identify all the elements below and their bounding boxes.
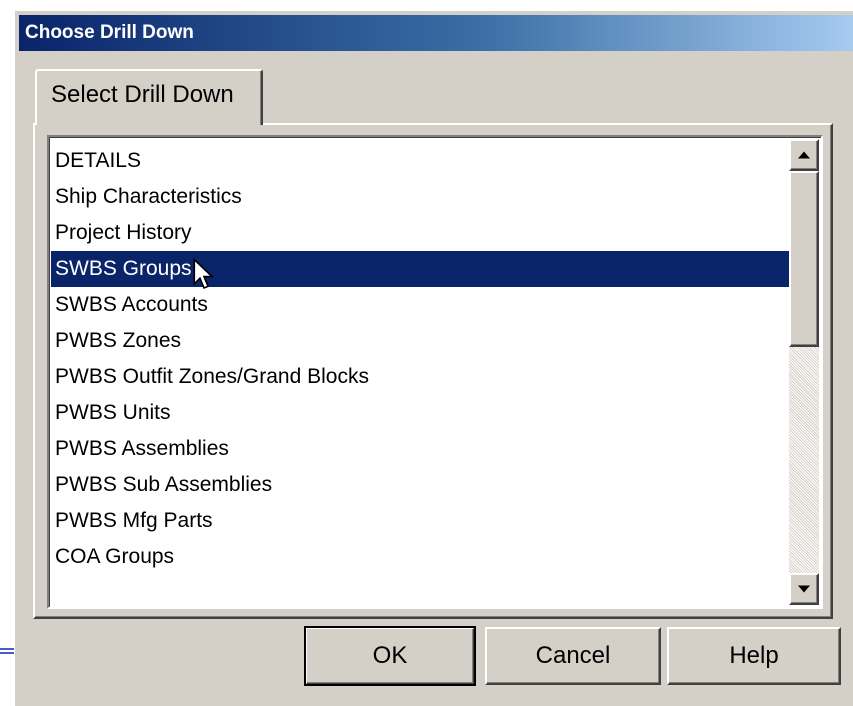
tab-panel: DETAILS Ship Characteristics Project His… — [33, 123, 833, 619]
title-bar[interactable]: Choose Drill Down — [19, 15, 853, 51]
tab-select-drill-down[interactable]: Select Drill Down — [35, 69, 263, 125]
tab-label: Select Drill Down — [51, 81, 234, 108]
list-item[interactable]: COA Groups — [51, 539, 795, 575]
ok-button[interactable]: OK — [304, 626, 476, 686]
list-item[interactable]: PWBS Outfit Zones/Grand Blocks — [51, 359, 795, 395]
list-item[interactable]: PWBS Zones — [51, 323, 795, 359]
list-item[interactable]: SWBS Accounts — [51, 287, 795, 323]
mouse-pointer-icon — [193, 258, 215, 290]
background-dash-line — [0, 648, 14, 654]
choose-drill-down-dialog: Choose Drill Down Select Drill Down DETA… — [14, 10, 853, 706]
cancel-button[interactable]: Cancel — [485, 627, 661, 685]
scroll-down-button[interactable] — [789, 573, 819, 605]
drill-down-listbox[interactable]: DETAILS Ship Characteristics Project His… — [47, 135, 823, 609]
scroll-up-arrow-icon — [798, 151, 810, 159]
list-item[interactable]: PWBS Mfg Parts — [51, 503, 795, 539]
list-item[interactable]: Project History — [51, 215, 795, 251]
list-item[interactable]: PWBS Assemblies — [51, 431, 795, 467]
list-item[interactable]: PWBS Units — [51, 395, 795, 431]
list-item[interactable]: DETAILS — [51, 143, 795, 179]
list-item[interactable]: PWBS Sub Assemblies — [51, 467, 795, 503]
scroll-down-arrow-icon — [798, 585, 810, 593]
help-button[interactable]: Help — [667, 627, 841, 685]
vertical-scrollbar[interactable] — [789, 139, 819, 605]
list-item[interactable]: Ship Characteristics — [51, 179, 795, 215]
scroll-up-button[interactable] — [789, 139, 819, 171]
window-title: Choose Drill Down — [25, 22, 194, 43]
drill-down-list: DETAILS Ship Characteristics Project His… — [51, 143, 795, 575]
scrollbar-thumb[interactable] — [789, 171, 819, 347]
list-item[interactable]: SWBS Groups — [51, 251, 795, 287]
